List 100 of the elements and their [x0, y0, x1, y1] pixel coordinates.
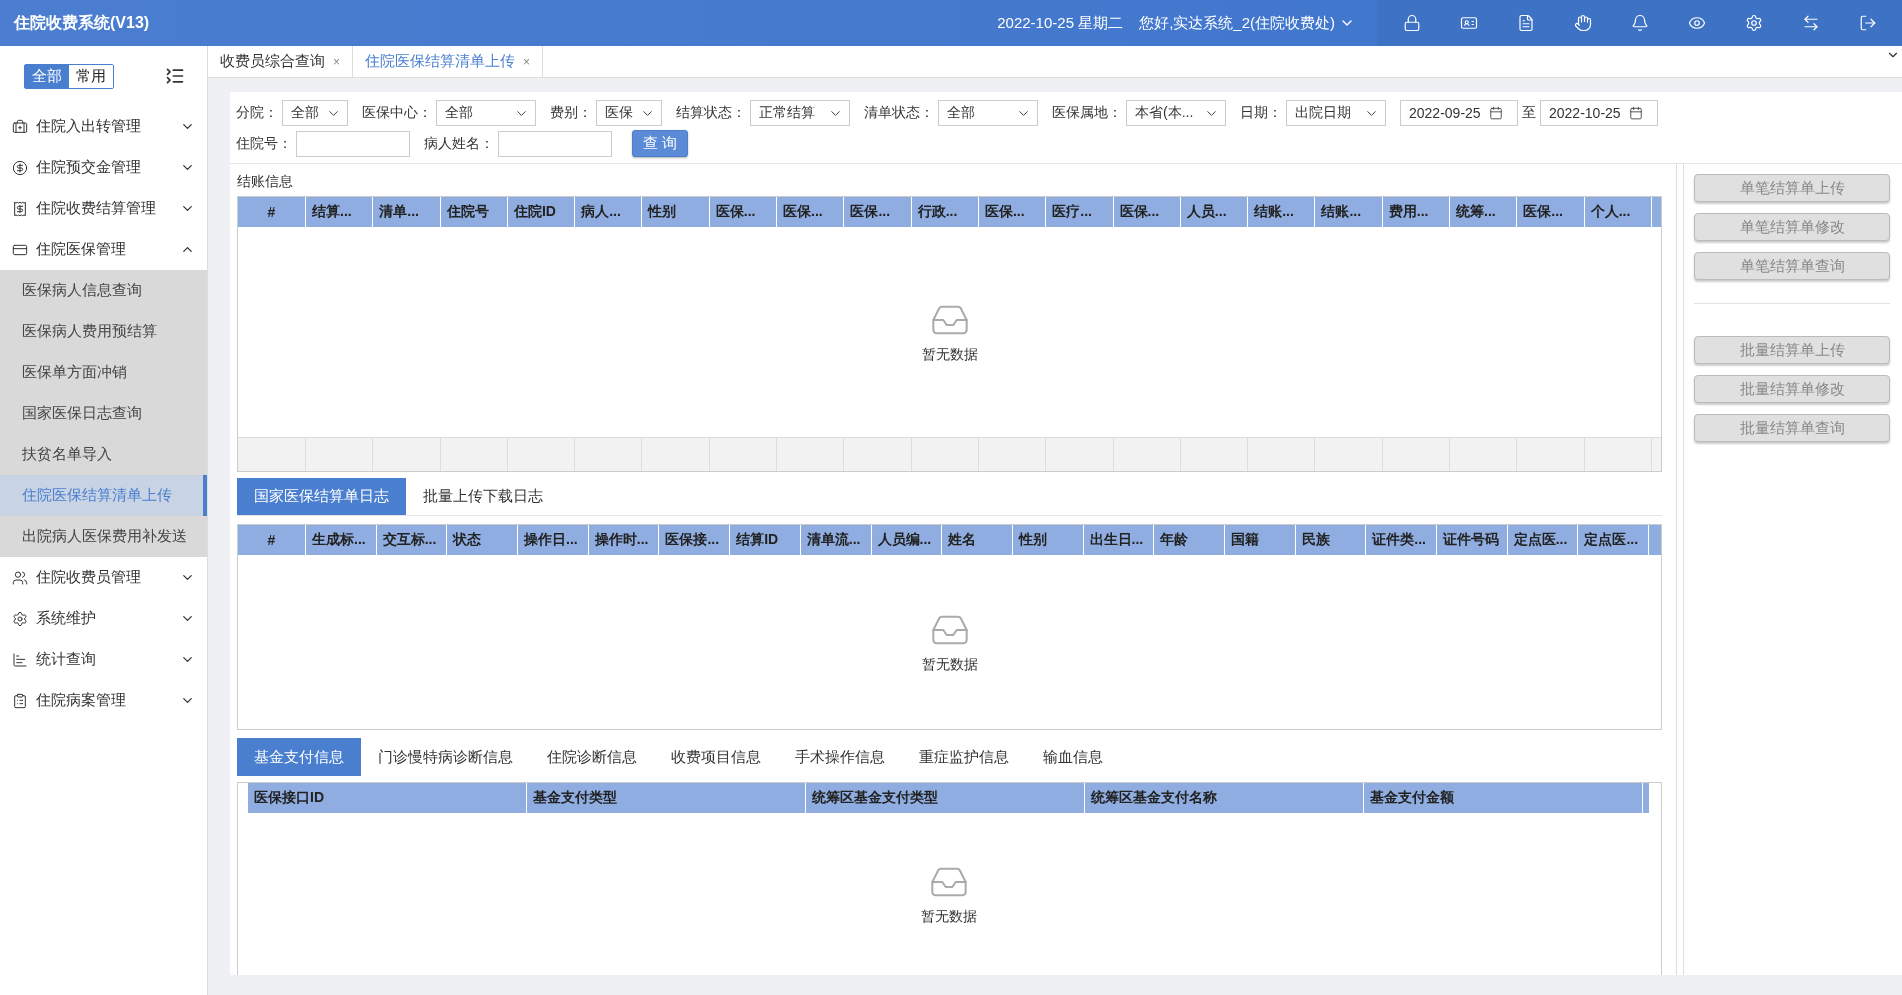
sidebar-subitem[interactable]: 医保单方面冲销: [0, 352, 207, 393]
column-header: 医保...: [978, 197, 1047, 227]
column-header: 结账...: [1248, 197, 1316, 227]
detail-tab[interactable]: 基金支付信息: [237, 738, 361, 776]
column-header: 操作日...: [518, 525, 589, 555]
column-header: 国籍: [1224, 525, 1296, 555]
date-text: 2022-10-25 星期二: [997, 13, 1124, 33]
filter-label: 日期：: [1240, 104, 1282, 122]
filter-label: 住院号：: [236, 134, 292, 153]
user-menu[interactable]: 您好,实达系统_2(住院收费处): [1139, 13, 1355, 33]
column-header: 人员编...: [871, 525, 943, 555]
column-header: 费用...: [1382, 197, 1451, 227]
section-title: 结账信息: [237, 172, 294, 191]
sidebar-item[interactable]: 住院收费员管理: [0, 557, 207, 598]
column-header: 结账...: [1315, 197, 1383, 227]
sidebar-item[interactable]: 系统维护: [0, 598, 207, 639]
column-header: 基金支付类型: [527, 783, 806, 813]
column-header: 医保...: [844, 197, 912, 227]
filter-label: 医保中心：: [362, 104, 432, 122]
sidebar-item[interactable]: 住院收费结算管理: [0, 188, 207, 229]
app-title: 住院收费系统(V13): [12, 12, 151, 33]
sidebar-item[interactable]: 统计查询: [0, 639, 207, 680]
calendar-icon: [1628, 106, 1643, 120]
column-header: 清单流...: [800, 525, 872, 555]
column-header: 结算...: [306, 197, 374, 227]
tab-close[interactable]: ×: [333, 54, 340, 69]
log-tab[interactable]: 国家医保结算单日志: [237, 478, 406, 515]
settings-icon[interactable]: [1744, 14, 1763, 32]
empty-message: 暂无数据: [921, 346, 978, 364]
column-header: 医保...: [1517, 197, 1585, 227]
bell-icon[interactable]: [1630, 14, 1649, 32]
column-header: 个人...: [1584, 197, 1652, 227]
column-header: 人员...: [1180, 197, 1249, 227]
column-header: 统筹区基金支付名称: [1085, 783, 1364, 813]
filter-label: 医保属地：: [1052, 104, 1122, 122]
column-header: 医保接...: [659, 525, 731, 555]
select-field[interactable]: 正常结算: [750, 100, 850, 126]
column-header: 医保接口ID: [248, 783, 527, 813]
select-field[interactable]: 全部: [938, 100, 1038, 126]
column-header: 定点医...: [1578, 525, 1650, 555]
coin-icon: [12, 159, 28, 176]
eye-icon[interactable]: [1687, 14, 1706, 32]
column-header: 性别: [642, 197, 710, 227]
menu-icon[interactable]: [165, 66, 185, 86]
column-header: 证件号码: [1437, 525, 1508, 555]
settings-icon: [12, 610, 28, 627]
calendar-icon: [1488, 106, 1503, 120]
logout-icon[interactable]: [1858, 14, 1877, 32]
sidebar-subitem[interactable]: 出院病人医保费用补发送: [0, 516, 207, 557]
range-separator: 至: [1522, 104, 1536, 122]
filter-label: 病人姓名：: [424, 134, 494, 153]
date-field[interactable]: 2022-10-25: [1540, 100, 1658, 126]
column-header: 清单...: [373, 197, 441, 227]
input-field[interactable]: [296, 130, 410, 157]
column-header: 医保...: [777, 197, 845, 227]
column-header: 交互标...: [376, 525, 448, 555]
column-header: 生成标...: [306, 525, 377, 555]
sidebar-item[interactable]: 住院医保管理: [0, 229, 207, 270]
column-header: 证件类...: [1366, 525, 1437, 555]
sidebar-subitem[interactable]: 国家医保日志查询: [0, 393, 207, 434]
column-header: 病人...: [575, 197, 643, 227]
sidebar-item[interactable]: 住院入出转管理: [0, 106, 207, 147]
input-field[interactable]: [498, 130, 612, 157]
column-header: 统筹区基金支付类型: [806, 783, 1085, 813]
empty-message: 暂无数据: [920, 908, 977, 926]
date-field[interactable]: 2022-09-25: [1400, 100, 1518, 126]
swap-icon[interactable]: [1801, 14, 1820, 32]
filter-label: 分院：: [236, 104, 278, 122]
column-header: 基金支付金额: [1364, 783, 1643, 813]
hand-icon[interactable]: [1573, 14, 1592, 32]
medical-case-icon: [12, 118, 28, 135]
select-field[interactable]: 全部: [282, 100, 348, 126]
column-header: 住院ID: [507, 197, 576, 227]
sidebar-subitem[interactable]: 扶贫名单导入: [0, 434, 207, 475]
column-header: 出生日...: [1083, 525, 1155, 555]
sidebar-item[interactable]: 住院病案管理: [0, 680, 207, 721]
select-field[interactable]: 出院日期: [1286, 100, 1386, 126]
column-header: 状态: [447, 525, 519, 555]
select-field[interactable]: 全部: [436, 100, 536, 126]
sidebar-subitem[interactable]: 医保病人费用预结算: [0, 311, 207, 352]
column-header: #: [238, 197, 306, 227]
tab-close[interactable]: ×: [523, 54, 531, 69]
filter-label: 清单状态：: [864, 104, 934, 122]
column-header: 操作时...: [588, 525, 660, 555]
select-field[interactable]: 医保: [596, 100, 662, 126]
mode-toggle[interactable]: 全部: [25, 64, 69, 88]
filter-label: 结算状态：: [676, 104, 746, 122]
column-header: 定点医...: [1507, 525, 1579, 555]
empty-message: 暂无数据: [921, 656, 978, 674]
lock-icon[interactable]: [1402, 14, 1421, 32]
select-field[interactable]: 本省(本...: [1126, 100, 1226, 126]
column-header: 住院号: [440, 197, 508, 227]
document-icon[interactable]: [1516, 14, 1535, 32]
id-card-icon[interactable]: [1459, 14, 1478, 32]
column-header: 医疗...: [1046, 197, 1114, 227]
clipboard-icon: [12, 692, 28, 709]
column-header: 医保...: [709, 197, 778, 227]
receipt-icon: [12, 200, 28, 217]
sidebar-subitem[interactable]: 医保病人信息查询: [0, 270, 207, 311]
sidebar-item[interactable]: 住院预交金管理: [0, 147, 207, 188]
